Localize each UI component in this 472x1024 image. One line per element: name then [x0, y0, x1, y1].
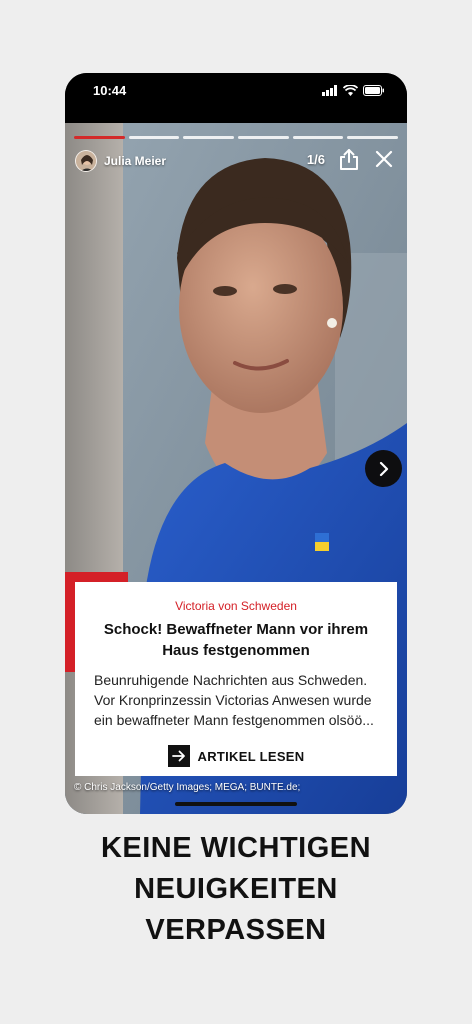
tagline-line-2: NEUIGKEITEN	[134, 873, 338, 905]
progress-segment	[292, 136, 344, 139]
article-teaser: Beunruhigende Nachrichten aus Schweden. …	[94, 672, 374, 728]
close-button[interactable]	[373, 148, 395, 170]
chevron-right-icon	[379, 461, 388, 476]
status-bar: 10:44	[65, 73, 407, 123]
tagline-line-3: VERPASSEN	[145, 914, 327, 946]
home-indicator	[175, 802, 297, 806]
promo-tagline: KEINE WICHTIGEN NEUIGKEITEN VERPASSEN	[0, 828, 472, 951]
story-progress	[74, 136, 399, 139]
share-button[interactable]	[338, 148, 360, 170]
share-icon	[340, 149, 358, 170]
read-article-button[interactable]: ARTIKEL LESEN	[167, 745, 305, 767]
avatar	[75, 150, 97, 172]
progress-segment	[74, 136, 125, 139]
status-time: 10:44	[93, 83, 127, 98]
article-kicker: Victoria von Schweden	[175, 599, 297, 613]
next-story-button[interactable]	[365, 450, 402, 487]
progress-segment	[183, 136, 235, 139]
read-article-label: ARTIKEL LESEN	[197, 748, 305, 764]
status-icons	[322, 85, 385, 96]
close-icon	[375, 150, 393, 168]
phone-frame: 10:44 Julia Meier 1/6 Victoria von Schwe…	[65, 73, 407, 814]
progress-segment	[238, 136, 289, 139]
tagline-line-1: KEINE WICHTIGEN	[100, 832, 372, 864]
article-card[interactable]: Victoria von Schweden Schock! Bewaffnete…	[75, 582, 397, 776]
arrow-right-icon	[167, 745, 190, 767]
author-name: Julia Meier	[104, 154, 167, 168]
progress-segment	[128, 136, 180, 139]
progress-segment	[347, 136, 399, 139]
article-headline[interactable]: Schock! Bewaffneter Mann vor ihrem Haus …	[89, 619, 383, 661]
story-view[interactable]: Julia Meier 1/6 Victoria von Schweden Sc…	[65, 123, 407, 814]
battery-icon	[363, 85, 384, 96]
signal-icon	[322, 85, 337, 96]
photo-credit: © Chris Jackson/Getty Images; MEGA; BUNT…	[74, 782, 301, 793]
wifi-icon	[343, 85, 358, 96]
story-counter: 1/6	[306, 151, 325, 167]
story-controls: 1/6	[307, 148, 395, 170]
story-author[interactable]: Julia Meier	[75, 150, 166, 172]
